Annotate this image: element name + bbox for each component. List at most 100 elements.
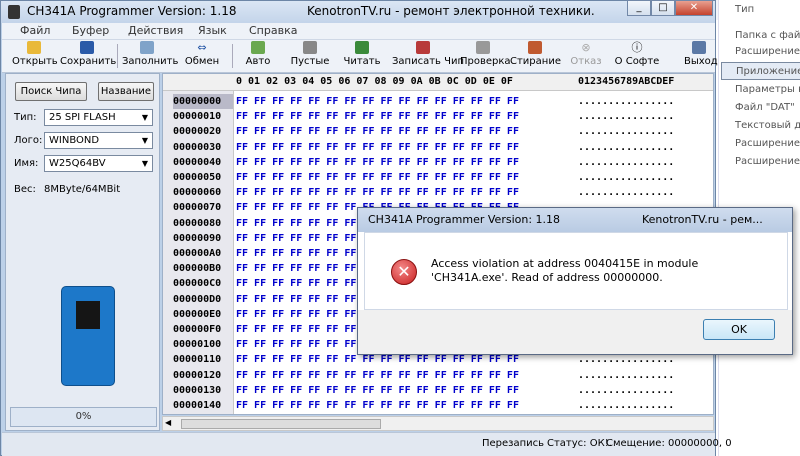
name-button[interactable]: Название — [98, 82, 154, 101]
hex-bytes[interactable]: FF FF FF FF FF FF FF FF FF FF FF FF FF F… — [236, 185, 519, 200]
vendor-select[interactable]: WINBOND ▼ — [44, 132, 153, 149]
menu-buffer[interactable]: Буфер — [72, 24, 109, 37]
hex-address: 00000110 — [173, 354, 222, 366]
explorer-item[interactable]: Папка с файл — [735, 30, 800, 41]
menu-actions[interactable]: Действия — [128, 24, 183, 37]
chip-name-label: Имя: — [14, 158, 39, 169]
maximize-button[interactable]: □ — [651, 0, 675, 16]
menu-file[interactable]: Файл — [20, 24, 50, 37]
hex-bytes[interactable]: FF FF FF FF FF FF FF FF FF FF FF FF FF F… — [236, 368, 519, 383]
about-button[interactable]: ⓘ О Софте — [614, 41, 660, 72]
hex-address: 00000060 — [173, 187, 222, 199]
write-chip-button[interactable]: Записать Чип — [392, 41, 464, 72]
read-chip-icon — [355, 41, 369, 54]
auto-button[interactable]: Авто — [240, 41, 276, 72]
hex-address: 00000090 — [173, 232, 222, 244]
hex-row[interactable]: 00000140 FF FF FF FF FF FF FF FF FF FF FF… — [163, 398, 713, 413]
toolbar-separator — [232, 44, 233, 68]
hex-address: 00000080 — [173, 217, 222, 229]
minimize-button[interactable]: _ — [627, 0, 651, 16]
explorer-item[interactable]: Тип — [735, 4, 754, 15]
explorer-item[interactable]: Текстовый до — [735, 120, 800, 131]
fill-icon — [140, 41, 154, 54]
vendor-label: Лого: — [14, 135, 43, 146]
explorer-item[interactable]: Параметры ко — [735, 84, 800, 95]
menu-language[interactable]: Язык — [198, 24, 227, 37]
blank-check-button[interactable]: Пустые — [290, 41, 330, 72]
hex-ascii[interactable]: ................ — [578, 398, 674, 413]
chip-socket-image — [61, 286, 115, 386]
hex-header: 0 01 02 03 04 05 06 07 08 09 0A 0B 0C 0D… — [163, 74, 713, 91]
hex-bytes[interactable]: FF FF FF FF FF FF FF FF FF FF FF FF FF F… — [236, 94, 519, 109]
exchange-button[interactable]: ⇔ Обмен — [180, 41, 224, 72]
hex-ascii[interactable]: ................ — [578, 383, 674, 398]
hex-ascii[interactable]: ................ — [578, 185, 674, 200]
save-button[interactable]: Сохранить — [60, 41, 116, 72]
hex-bytes[interactable]: FF FF FF FF FF FF FF FF FF FF FF FF FF F… — [236, 398, 519, 413]
horizontal-scrollbar[interactable]: ◀ — [162, 416, 714, 431]
folder-icon — [27, 41, 41, 54]
hex-ascii[interactable]: ................ — [578, 170, 674, 185]
window-title: CH341A Programmer Version: 1.18 — [27, 4, 237, 18]
hex-row[interactable]: 00000120 FF FF FF FF FF FF FF FF FF FF FF… — [163, 368, 713, 383]
explorer-item[interactable]: Расширение ф — [735, 138, 800, 149]
hex-row[interactable]: 00000020 FF FF FF FF FF FF FF FF FF FF FF… — [163, 124, 713, 139]
close-button[interactable]: ✕ — [675, 0, 713, 16]
explorer-item[interactable]: Расширение ф — [735, 156, 800, 167]
status-bar: Перезапись Статус: ОК!. Смещение: 000000… — [2, 432, 732, 456]
explorer-item-selected[interactable]: Приложение — [721, 62, 800, 80]
hex-row[interactable]: 00000030 FF FF FF FF FF FF FF FF FF FF FF… — [163, 140, 713, 155]
exit-button[interactable]: Выход — [684, 41, 718, 72]
explorer-item[interactable]: Файл "DAT" — [735, 102, 795, 113]
hex-row[interactable]: 00000010 FF FF FF FF FF FF FF FF FF FF FF… — [163, 109, 713, 124]
hex-ascii[interactable]: ................ — [578, 368, 674, 383]
hex-header-columns: 0 01 02 03 04 05 06 07 08 09 0A 0B 0C 0D… — [236, 76, 513, 87]
hex-row[interactable]: 00000000 FF FF FF FF FF FF FF FF FF FF FF… — [163, 94, 713, 109]
toolbar-separator — [117, 44, 118, 68]
fill-button[interactable]: Заполнить — [122, 41, 178, 72]
hex-address: 00000040 — [173, 156, 222, 168]
swap-arrows-icon: ⇔ — [197, 41, 207, 54]
menu-bar: Файл Буфер Действия Язык Справка — [2, 23, 715, 40]
chip-name-select[interactable]: W25Q64BV ▼ — [44, 155, 153, 172]
hex-bytes[interactable]: FF FF FF FF FF FF FF FF FF FF FF FF FF F… — [236, 109, 519, 124]
hex-bytes[interactable]: FF FF FF FF FF FF FF FF FF FF FF FF FF F… — [236, 155, 519, 170]
hex-address: 00000140 — [173, 400, 222, 411]
hex-address: 00000020 — [173, 126, 222, 138]
cancel-button[interactable]: ⊗ Отказ — [568, 41, 604, 72]
hex-ascii[interactable]: ................ — [578, 124, 674, 139]
hex-bytes[interactable]: FF FF FF FF FF FF FF FF FF FF FF FF FF F… — [236, 383, 519, 398]
search-chip-button[interactable]: Поиск Чипа — [15, 82, 87, 101]
explorer-item[interactable]: Расширение ф — [735, 46, 800, 57]
open-button[interactable]: Открыть — [12, 41, 58, 72]
dialog-subtitle: KenotronTV.ru - рем... — [642, 213, 763, 226]
hex-ascii[interactable]: ................ — [578, 155, 674, 170]
hex-ascii[interactable]: ................ — [578, 109, 674, 124]
scroll-thumb[interactable] — [181, 419, 381, 429]
hex-address: 00000030 — [173, 141, 222, 153]
hex-address: 000000F0 — [173, 324, 222, 335]
hex-row[interactable]: 00000060 FF FF FF FF FF FF FF FF FF FF FF… — [163, 185, 713, 200]
hex-bytes[interactable]: FF FF FF FF FF FF FF FF FF FF FF FF FF F… — [236, 140, 519, 155]
hex-bytes[interactable]: FF FF FF FF FF FF FF FF FF FF FF FF FF F… — [236, 124, 519, 139]
hex-row[interactable]: 00000050 FF FF FF FF FF FF FF FF FF FF FF… — [163, 170, 713, 185]
verify-button[interactable]: Проверка — [460, 41, 511, 72]
hex-address: 00000130 — [173, 384, 222, 396]
dialog-footer: OK — [358, 310, 792, 354]
hex-row[interactable]: 00000130 FF FF FF FF FF FF FF FF FF FF FF… — [163, 383, 713, 398]
scroll-left-icon[interactable]: ◀ — [165, 418, 171, 427]
erase-button[interactable]: Стирание — [510, 41, 561, 72]
app-icon — [8, 5, 20, 19]
hex-bytes[interactable]: FF FF FF FF FF FF FF FF FF FF FF FF FF F… — [236, 170, 519, 185]
hex-ascii[interactable]: ................ — [578, 140, 674, 155]
window-subtitle: KenotronTV.ru - ремонт электронной техни… — [307, 4, 595, 18]
hex-row[interactable]: 00000040 FF FF FF FF FF FF FF FF FF FF FF… — [163, 155, 713, 170]
status-state: Статус: ОК!. — [547, 438, 612, 449]
ok-button[interactable]: OK — [703, 319, 775, 340]
menu-help[interactable]: Справка — [249, 24, 297, 37]
cancel-icon: ⊗ — [581, 41, 591, 54]
read-button[interactable]: Читать — [342, 41, 382, 72]
type-select[interactable]: 25 SPI FLASH ▼ — [44, 109, 153, 126]
hex-ascii[interactable]: ................ — [578, 94, 674, 109]
dialog-title-bar: CH341A Programmer Version: 1.18 Kenotron… — [358, 208, 792, 232]
